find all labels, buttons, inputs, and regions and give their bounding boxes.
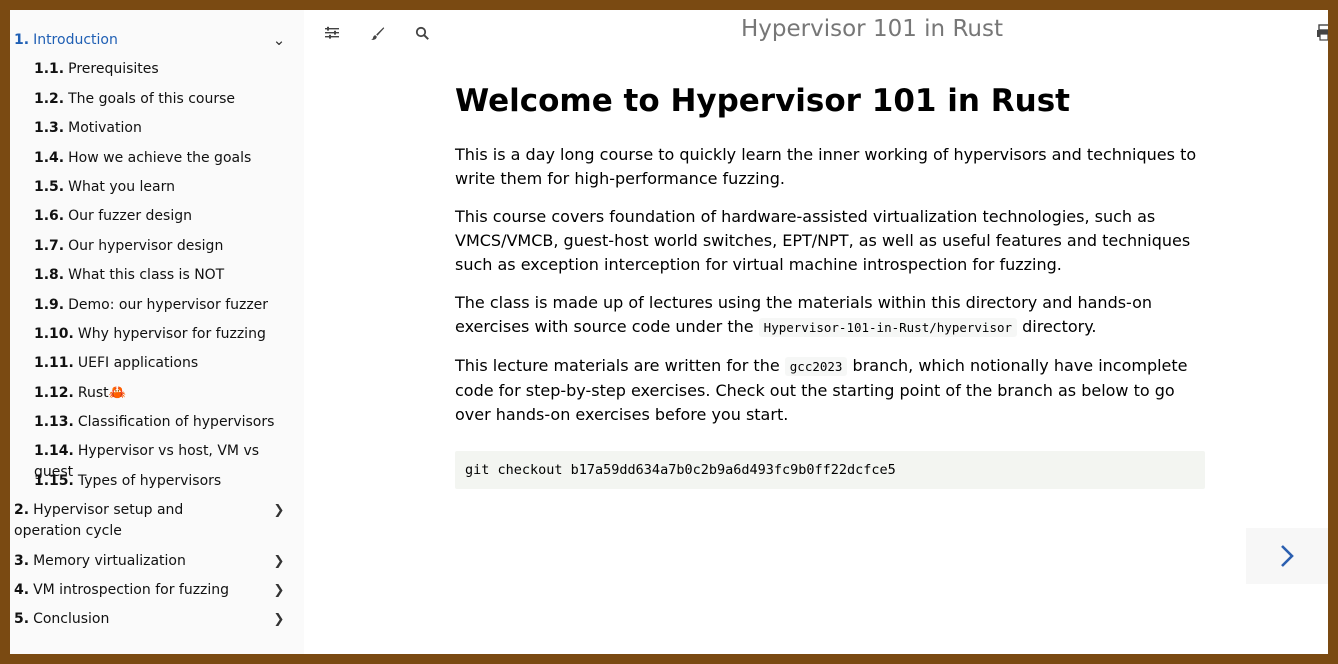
paragraph-text: directory. (1017, 317, 1097, 336)
paintbrush-icon[interactable] (366, 22, 388, 44)
sidebar-item-label: Introduction (33, 32, 118, 48)
sidebar-item-number: 1.10. (34, 326, 74, 342)
sidebar-item-number: 1.7. (34, 238, 65, 254)
sidebar-item-number: 1.8. (34, 267, 65, 283)
sidebar-item-number: 1.2. (34, 91, 65, 107)
page-title: Hypervisor 101 in Rust (741, 16, 1003, 42)
sidebar-item-demo[interactable]: 1.9. Demo: our hypervisor fuzzer (34, 295, 284, 316)
sidebar-item-memory[interactable]: 3. Memory virtualization (14, 551, 284, 572)
sidebar-item-introspection[interactable]: 4. VM introspection for fuzzing (14, 580, 284, 601)
sidebar-item-conclusion[interactable]: 5. Conclusion (14, 609, 284, 630)
chevron-down-icon[interactable]: ⌄ (272, 30, 286, 51)
coverage-paragraph: This course covers foundation of hardwar… (455, 207, 1191, 274)
sidebar-item-number: 3. (14, 553, 30, 569)
sidebar-item-number: 4. (14, 582, 30, 598)
print-icon[interactable] (1316, 24, 1328, 42)
chevron-right-icon[interactable]: ❯ (272, 580, 286, 601)
sidebar-item-number: 1.14. (34, 443, 74, 459)
chevron-right-icon[interactable]: ❯ (272, 551, 286, 572)
sidebar-item-label: Our hypervisor design (68, 238, 224, 254)
sidebar-item-number: 1.1. (34, 61, 65, 77)
sidebar-item-number: 1.4. (34, 150, 65, 166)
sidebar-item-number: 1. (14, 32, 30, 48)
sidebar-item-label: Motivation (68, 120, 142, 136)
sidebar-item-number: 1.3. (34, 120, 65, 136)
sidebar-item-what-you-learn[interactable]: 1.5. What you learn (34, 177, 284, 198)
sidebar-item-number: 5. (14, 611, 30, 627)
sidebar-item-hypervisor-design[interactable]: 1.7. Our hypervisor design (34, 236, 284, 257)
sidebar-item-types[interactable]: 1.15. Types of hypervisors (34, 471, 284, 492)
sidebar-item-prerequisites[interactable]: 1.1. Prerequisites (34, 59, 284, 80)
inline-code: Hypervisor-101-in-Rust/hypervisor (758, 318, 1018, 337)
main-content: Welcome to Hypervisor 101 in Rust This i… (455, 80, 1215, 489)
sidebar-item-number: 1.12. (34, 385, 74, 401)
sidebar: 1. Introduction ⌄ 1.1. Prerequisites 1.2. T… (10, 10, 304, 654)
sidebar-item-number: 1.13. (34, 414, 74, 430)
chevron-right-icon (1281, 545, 1294, 567)
sidebar-item-label: What you learn (68, 179, 175, 195)
branch-paragraph: This lecture materials are written for t… (455, 354, 1215, 427)
sidebar-item-what-class-is-not[interactable]: 1.8. What this class is NOT (34, 265, 284, 286)
sidebar-item-label: Classification of hypervisors (77, 414, 275, 430)
sidebar-item-fuzzer-design[interactable]: 1.6. Our fuzzer design (34, 206, 284, 227)
sidebar-item-label: Our fuzzer design (68, 208, 192, 224)
sidebar-item-setup[interactable]: 2. Hypervisor setup and operation cycle (14, 500, 254, 542)
sidebar-item-label: Conclusion (33, 611, 110, 627)
sidebar-item-why-hypervisor[interactable]: 1.10. Why hypervisor for fuzzing (34, 324, 284, 345)
sidebar-item-goals[interactable]: 1.2. The goals of this course (34, 89, 284, 110)
sidebar-item-motivation[interactable]: 1.3. Motivation (34, 118, 284, 139)
sidebar-item-label: Types of hypervisors (77, 473, 222, 489)
inline-code: gcc2023 (784, 357, 848, 376)
paragraph-text: This lecture materials are written for t… (455, 356, 785, 375)
sidebar-item-label: The goals of this course (68, 91, 236, 107)
sidebar-item-number: 1.15. (34, 473, 74, 489)
sidebar-item-number: 1.11. (34, 355, 74, 371)
sidebar-item-classification[interactable]: 1.13. Classification of hypervisors (34, 412, 284, 433)
sidebar-item-number: 2. (14, 502, 30, 518)
sidebar-item-label: Prerequisites (68, 61, 159, 77)
sidebar-item-label: UEFI applications (77, 355, 199, 371)
sidebar-item-label: Hypervisor setup and operation cycle (14, 502, 184, 539)
chevron-right-icon[interactable]: ❯ (272, 609, 286, 630)
chevron-right-icon[interactable]: ❯ (272, 500, 286, 521)
sidebar-item-label: Rust🦀 (77, 385, 127, 401)
sidebar-item-label: Memory virtualization (33, 553, 186, 569)
sidebar-item-introduction[interactable]: 1. Introduction (14, 30, 284, 51)
sidebar-item-label: How we achieve the goals (68, 150, 252, 166)
intro-paragraph: This is a day long course to quickly lea… (455, 145, 1197, 188)
content-heading: Welcome to Hypervisor 101 in Rust (455, 83, 1070, 119)
sidebar-item-rust[interactable]: 1.12. Rust🦀 (34, 383, 284, 404)
app-window: 1. Introduction ⌄ 1.1. Prerequisites 1.2. T… (10, 10, 1328, 654)
search-icon[interactable] (411, 22, 433, 44)
sidebar-item-label: VM introspection for fuzzing (33, 582, 230, 598)
sidebar-item-label: Demo: our hypervisor fuzzer (68, 297, 269, 313)
class-paragraph: The class is made up of lectures using t… (455, 291, 1215, 340)
sidebar-item-uefi[interactable]: 1.11. UEFI applications (34, 353, 284, 374)
sidebar-item-how-we-achieve[interactable]: 1.4. How we achieve the goals (34, 148, 284, 169)
sidebar-item-label: Why hypervisor for fuzzing (77, 326, 266, 342)
sidebar-item-number: 1.6. (34, 208, 65, 224)
next-chapter-button[interactable] (1246, 528, 1328, 584)
sidebar-item-label: What this class is NOT (68, 267, 225, 283)
code-block[interactable]: git checkout b17a59dd634a7b0c2b9a6d493fc… (455, 451, 1205, 489)
menu-icon[interactable] (321, 22, 343, 44)
sidebar-item-number: 1.9. (34, 297, 65, 313)
sidebar-item-number: 1.5. (34, 179, 65, 195)
